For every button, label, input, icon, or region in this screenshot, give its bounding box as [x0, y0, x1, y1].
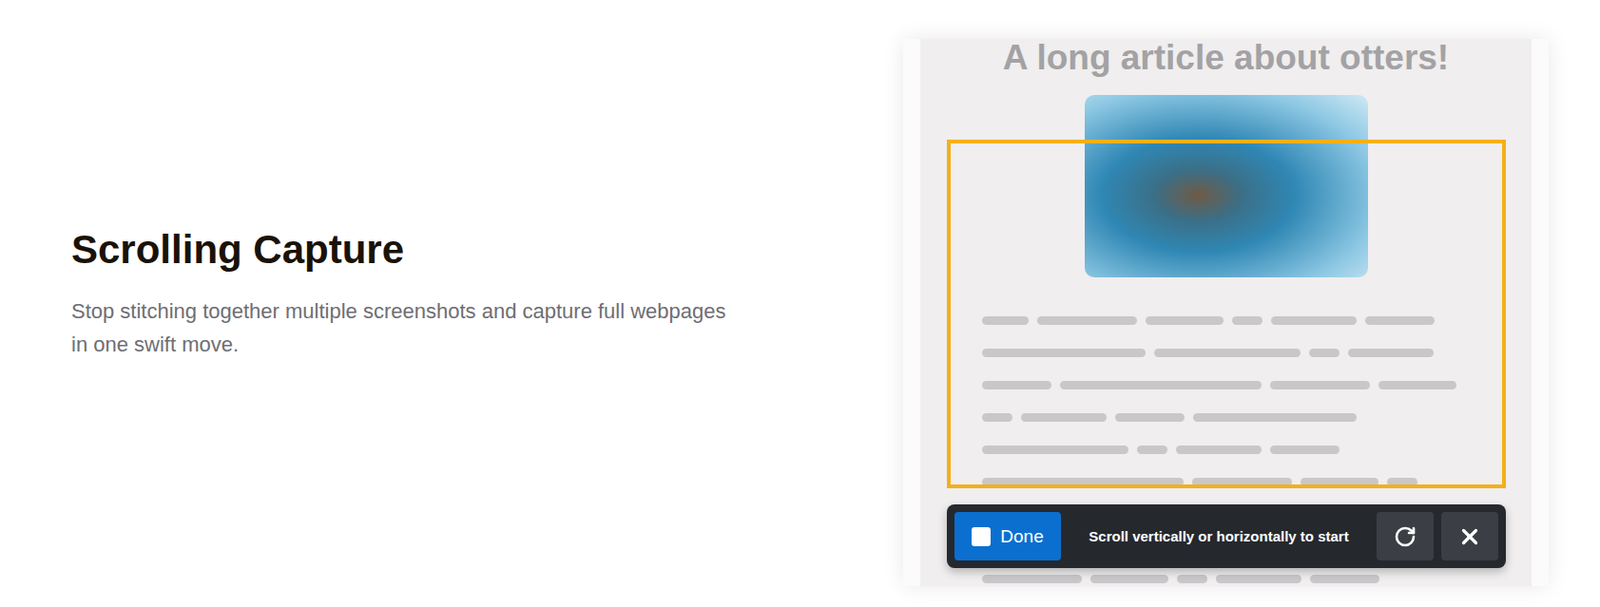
restart-button[interactable]: [1376, 512, 1434, 561]
text-bar: [1137, 445, 1168, 455]
feature-description: Stop stitching together multiple screens…: [71, 294, 737, 362]
capture-toolbar: Done Scroll vertically or horizontally to…: [946, 504, 1506, 569]
text-bar: [982, 575, 1082, 584]
text-bar: [1378, 381, 1457, 390]
text-bar: [1154, 348, 1301, 358]
text-bar: [1060, 381, 1262, 390]
text-bar: [1115, 413, 1185, 423]
text-bar: [1270, 381, 1370, 390]
text-line: [982, 575, 1532, 584]
text-line: [982, 445, 1532, 455]
text-bar: [1270, 445, 1340, 455]
text-line: [982, 381, 1532, 390]
feature-text-column: Scrolling Capture Stop stitching together…: [0, 0, 904, 607]
text-bar: [1021, 413, 1107, 423]
text-bar: [1348, 348, 1434, 358]
text-bar: [1037, 316, 1138, 326]
text-line: [982, 348, 1532, 358]
text-bar: [982, 381, 1052, 390]
preview-frame: A long article about otters! Done Scroll v…: [903, 38, 1549, 587]
article-page: A long article about otters! Done Scroll v…: [920, 38, 1532, 587]
article-title: A long article about otters!: [1002, 38, 1449, 78]
restart-icon: [1393, 525, 1417, 549]
text-bar: [1232, 316, 1263, 326]
done-label: Done: [1000, 526, 1043, 548]
text-line: [982, 413, 1532, 423]
text-line: [982, 316, 1532, 326]
otter-photo: [1084, 95, 1369, 278]
text-bar: [982, 348, 1146, 358]
toolbar-hint: Scroll vertically or horizontally to sta…: [1068, 512, 1369, 561]
text-bar: [982, 445, 1129, 455]
close-button[interactable]: [1441, 512, 1499, 561]
text-bar: [1090, 575, 1169, 584]
feature-section: Scrolling Capture Stop stitching together…: [0, 0, 1600, 607]
text-bar: [1365, 316, 1435, 326]
text-bar: [1271, 316, 1357, 326]
close-icon: [1457, 524, 1483, 550]
text-bar: [1145, 316, 1224, 326]
text-bar: [1310, 575, 1380, 584]
done-button[interactable]: Done: [954, 512, 1061, 561]
text-bar: [1176, 575, 1208, 584]
capture-selection[interactable]: [946, 139, 1506, 489]
text-bar: [1215, 575, 1302, 584]
text-bar: [1309, 348, 1340, 358]
text-bar: [982, 413, 1013, 423]
text-bar: [1193, 413, 1357, 423]
text-bar: [1175, 445, 1262, 455]
feature-title: Scrolling Capture: [71, 226, 904, 274]
done-checkbox[interactable]: [971, 527, 991, 547]
text-bar: [982, 316, 1029, 326]
